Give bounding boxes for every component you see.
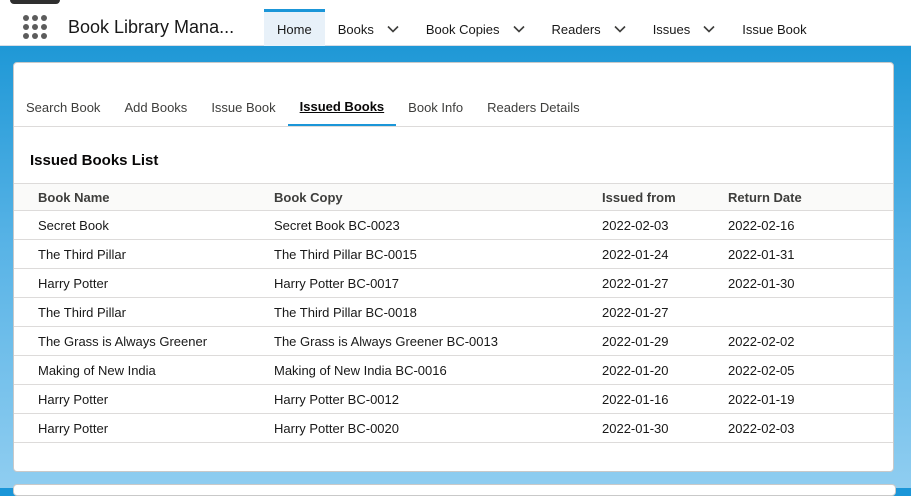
list-title: Issued Books List [30,152,159,169]
nav-item-label: Readers [551,21,601,37]
global-header: Book Library Mana... Home Books Book Copie… [0,0,911,46]
cell-return-date: 2022-02-16 [728,210,893,240]
nav-item-readers[interactable]: Readers [539,9,640,46]
cell-issued-from: 2022-01-24 [602,239,728,269]
column-header-book-copy[interactable]: Book Copy [274,183,602,211]
cell-issued-from: 2022-01-30 [602,413,728,443]
cell-book-copy: Harry Potter BC-0020 [274,413,602,443]
nav-item-label: Book Copies [425,21,500,37]
tab-add-books[interactable]: Add Books [112,89,199,126]
chevron-down-icon[interactable] [512,22,526,36]
cell-return-date [728,297,893,327]
chevron-down-icon[interactable] [702,22,716,36]
cell-issued-from: 2022-01-20 [602,355,728,385]
table-row[interactable]: Making of New India Making of New India B… [14,355,893,385]
table-row[interactable]: Harry Potter Harry Potter BC-0020 2022-01-… [14,413,893,443]
cell-book-name: Harry Potter [14,268,274,298]
cell-return-date: 2022-01-19 [728,384,893,414]
nav-item-book-copies[interactable]: Book Copies [413,9,539,46]
cell-return-date: 2022-02-05 [728,355,893,385]
cell-book-copy: Making of New India BC-0016 [274,355,602,385]
cell-issued-from: 2022-01-16 [602,384,728,414]
cell-issued-from: 2022-01-27 [602,268,728,298]
cell-issued-from: 2022-01-29 [602,326,728,356]
nav-item-books[interactable]: Books [325,9,413,46]
tab-readers-details[interactable]: Readers Details [475,89,592,126]
nav-item-issue-book[interactable]: Issue Book [729,9,819,46]
tab-issue-book[interactable]: Issue Book [199,89,287,126]
cell-return-date: 2022-01-31 [728,239,893,269]
cell-return-date: 2022-02-02 [728,326,893,356]
tab-bar: Search Book Add Books Issue Book Issued Boo… [14,89,893,127]
nav-item-home[interactable]: Home [264,9,325,46]
cell-issued-from: 2022-01-27 [602,297,728,327]
table-row[interactable]: Secret Book Secret Book BC-0023 2022-02-03… [14,210,893,240]
column-header-issued-from[interactable]: Issued from [602,183,728,211]
cell-book-name: Harry Potter [14,413,274,443]
cell-book-copy: The Third Pillar BC-0015 [274,239,602,269]
chevron-down-icon[interactable] [386,22,400,36]
cell-book-copy: Harry Potter BC-0012 [274,384,602,414]
nav-item-issues[interactable]: Issues [640,9,730,46]
nav-item-label: Issues [652,21,691,37]
cell-book-name: The Third Pillar [14,239,274,269]
app-title: Book Library Mana... [68,17,235,37]
tab-search-book[interactable]: Search Book [14,89,112,126]
cell-book-name: Harry Potter [14,384,274,414]
app-navigation: Home Books Book Copies Readers Issues Issue B… [264,9,820,46]
table-row[interactable]: The Third Pillar The Third Pillar BC-0018… [14,297,893,327]
column-header-return-date[interactable]: Return Date [728,183,893,211]
table-row[interactable]: The Third Pillar The Third Pillar BC-0015… [14,239,893,269]
cell-book-copy: Secret Book BC-0023 [274,210,602,240]
table-row[interactable]: Harry Potter Harry Potter BC-0017 2022-01-… [14,268,893,298]
cell-book-name: The Third Pillar [14,297,274,327]
cell-book-name: The Grass is Always Greener [14,326,274,356]
chevron-down-icon[interactable] [613,22,627,36]
cell-book-name: Secret Book [14,210,274,240]
second-card [13,484,896,496]
header-edge [10,0,60,4]
cell-return-date: 2022-01-30 [728,268,893,298]
cell-issued-from: 2022-02-03 [602,210,728,240]
cell-book-copy: The Grass is Always Greener BC-0013 [274,326,602,356]
nav-item-label: Home [277,21,312,37]
nav-item-label: Books [337,21,374,37]
issued-books-table: Book Name Book Copy Issued from Return D… [14,183,893,443]
column-header-book-name[interactable]: Book Name [14,183,274,211]
cell-book-name: Making of New India [14,355,274,385]
table-row[interactable]: The Grass is Always Greener The Grass is … [14,326,893,356]
issued-books-card: Search Book Add Books Issue Book Issued Boo… [13,62,894,472]
app-launcher-icon[interactable] [23,15,47,39]
cell-return-date: 2022-02-03 [728,413,893,443]
tab-issued-books[interactable]: Issued Books [287,89,397,126]
cell-book-copy: The Third Pillar BC-0018 [274,297,602,327]
cell-book-copy: Harry Potter BC-0017 [274,268,602,298]
table-row[interactable]: Harry Potter Harry Potter BC-0012 2022-01-… [14,384,893,414]
tab-book-info[interactable]: Book Info [396,89,475,126]
nav-item-label: Issue Book [742,21,807,37]
table-header-row: Book Name Book Copy Issued from Return D… [14,183,893,211]
